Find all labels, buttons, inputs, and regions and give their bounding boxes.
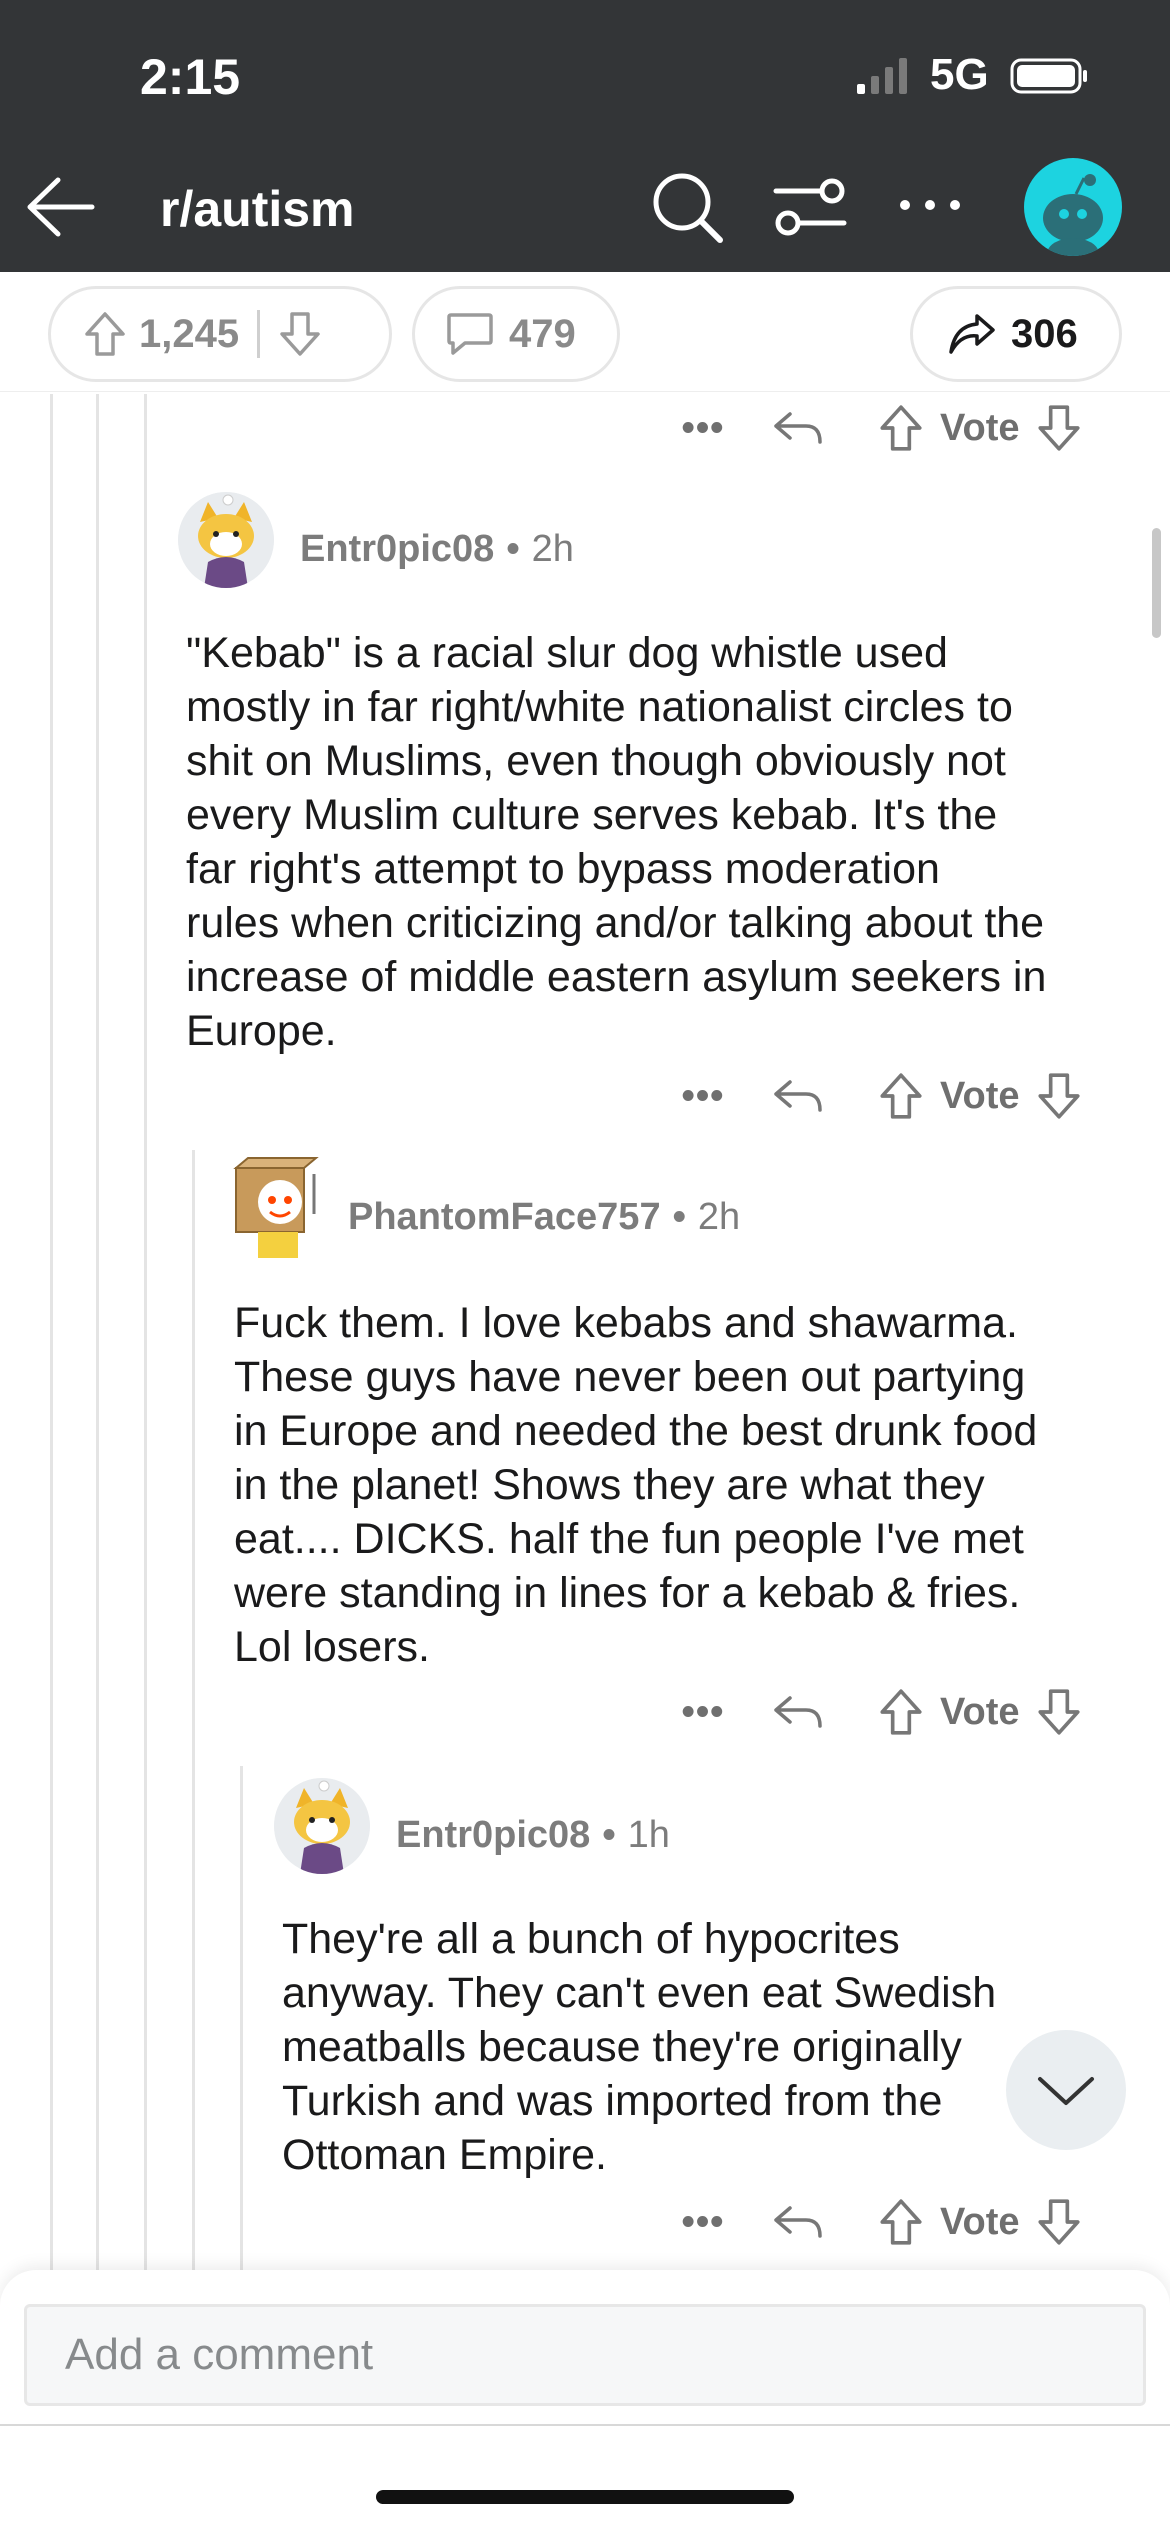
app-header: 2:15 5G r/autism xyxy=(0,0,1170,272)
comment-line: shit on Muslims, even though obviously n… xyxy=(186,737,1006,785)
more-options-icon[interactable] xyxy=(895,190,965,220)
comment-line: increase of middle eastern asylum seeker… xyxy=(186,953,1047,1001)
vote-label: Vote xyxy=(940,2200,1020,2243)
share-arrow-icon xyxy=(949,314,995,354)
reply-arrow-icon[interactable] xyxy=(772,408,826,448)
thread-line[interactable] xyxy=(96,394,99,2270)
comment-body: Fuck them. I love kebabs and shawarma. T… xyxy=(234,1296,1154,1674)
next-comment-button[interactable] xyxy=(1006,2030,1126,2150)
meta-separator: • xyxy=(602,1814,616,1856)
upvote-count: 1,245 xyxy=(139,311,240,356)
commenter-avatar[interactable] xyxy=(222,1154,322,1264)
network-type: 5G xyxy=(930,50,989,99)
user-avatar[interactable] xyxy=(1024,158,1122,256)
sort-filter-icon[interactable] xyxy=(772,176,848,238)
commenter-avatar[interactable] xyxy=(178,492,274,588)
comment-line: eat.... DICKS. half the fun people I've … xyxy=(234,1515,1024,1563)
comment-timestamp: 1h xyxy=(627,1814,670,1856)
vote-pill: 1,245 xyxy=(48,286,392,382)
comment-line: Fuck them. I love kebabs and shawarma. xyxy=(234,1299,1018,1347)
comment-meta: Entr0pic08 • 2h xyxy=(300,528,574,571)
commenter-avatar[interactable] xyxy=(274,1778,370,1874)
comment-actions-row: ••• Vote xyxy=(680,1066,1084,1126)
share-count: 306 xyxy=(1011,311,1078,356)
comment-line: Lol losers. xyxy=(234,1623,430,1671)
comment-username[interactable]: PhantomFace757 xyxy=(348,1196,661,1239)
snoo-avatar-icon xyxy=(1043,174,1103,256)
comment-meta: PhantomFace757 • 2h xyxy=(348,1196,740,1239)
more-options-icon[interactable]: ••• xyxy=(680,1691,726,1734)
thread-line[interactable] xyxy=(144,394,147,2270)
comment-bubble-icon xyxy=(447,313,493,355)
comment-line: rules when criticizing and/or talking ab… xyxy=(186,899,1045,947)
more-options-icon[interactable]: ••• xyxy=(680,1075,726,1118)
reply-arrow-icon[interactable] xyxy=(772,1076,826,1116)
meta-separator: • xyxy=(672,1196,686,1238)
comment-username[interactable]: Entr0pic08 xyxy=(300,528,494,571)
comment-timestamp: 2h xyxy=(531,528,574,570)
reply-arrow-icon[interactable] xyxy=(772,2202,826,2242)
upvote-icon[interactable] xyxy=(876,2197,926,2247)
upvote-icon[interactable] xyxy=(83,310,127,358)
vote-divider xyxy=(257,310,261,358)
vote-label: Vote xyxy=(940,1074,1020,1117)
comment-meta: Entr0pic08 • 1h xyxy=(396,1814,670,1857)
comment-count: 479 xyxy=(509,311,576,356)
vote-label: Vote xyxy=(940,406,1020,449)
signal-strength-icon xyxy=(857,58,907,94)
comment-line: anyway. They can't even eat Swedish xyxy=(282,1969,997,2017)
comment-actions-row: ••• Vote xyxy=(680,398,1084,458)
upvote-icon[interactable] xyxy=(876,403,926,453)
scrollbar-thumb[interactable] xyxy=(1152,528,1161,638)
more-options-icon[interactable]: ••• xyxy=(680,407,726,450)
subreddit-title[interactable]: r/autism xyxy=(160,180,355,238)
downvote-icon[interactable] xyxy=(1034,1687,1084,1737)
back-arrow-icon[interactable] xyxy=(22,172,96,242)
comment-username[interactable]: Entr0pic08 xyxy=(396,1814,590,1857)
share-pill[interactable]: 306 xyxy=(910,286,1122,382)
home-indicator[interactable] xyxy=(376,2490,794,2504)
composer-divider xyxy=(0,2424,1170,2426)
comment-line: in the planet! Shows they are what they xyxy=(234,1461,985,1509)
upvote-icon[interactable] xyxy=(876,1071,926,1121)
comment-line: These guys have never been out partying xyxy=(234,1353,1026,1401)
comment-line: were standing in lines for a kebab & fri… xyxy=(234,1569,1021,1617)
add-comment-input[interactable] xyxy=(24,2304,1146,2406)
comment-line: "Kebab" is a racial slur dog whistle use… xyxy=(186,629,948,677)
meta-separator: • xyxy=(506,528,520,570)
shiba-avatar-icon xyxy=(178,492,274,588)
comment-body: They're all a bunch of hypocrites anyway… xyxy=(282,1912,1142,2182)
comment-actions-row: ••• Vote xyxy=(680,2192,1084,2252)
downvote-icon[interactable] xyxy=(1034,403,1084,453)
downvote-icon[interactable] xyxy=(1034,1071,1084,1121)
comment-line: Europe. xyxy=(186,1007,337,1055)
comment-actions-row: ••• Vote xyxy=(680,1682,1084,1742)
comment-line: far right's attempt to bypass moderation xyxy=(186,845,940,893)
comment-line: They're all a bunch of hypocrites xyxy=(282,1915,900,1963)
comment-timestamp: 2h xyxy=(697,1196,741,1238)
comment-line: mostly in far right/white nationalist ci… xyxy=(186,683,1013,731)
comment-line: every Muslim culture serves kebab. It's … xyxy=(186,791,998,839)
downvote-icon[interactable] xyxy=(1034,2197,1084,2247)
more-options-icon[interactable]: ••• xyxy=(680,2201,726,2244)
upvote-icon[interactable] xyxy=(876,1687,926,1737)
thread-line[interactable] xyxy=(192,1150,195,2270)
shiba-avatar-icon xyxy=(274,1778,370,1874)
battery-icon xyxy=(1010,58,1087,94)
thread-line[interactable] xyxy=(240,1766,243,2270)
chevron-down-icon xyxy=(1038,2077,1094,2105)
reply-arrow-icon[interactable] xyxy=(772,1692,826,1732)
search-icon[interactable] xyxy=(650,170,724,244)
thread-line[interactable] xyxy=(50,394,53,2270)
box-head-avatar-icon xyxy=(233,1157,319,1258)
comment-body: "Kebab" is a racial slur dog whistle use… xyxy=(186,626,1146,1058)
comments-pill[interactable]: 479 xyxy=(412,286,620,382)
comment-line: Ottoman Empire. xyxy=(282,2131,607,2179)
comment-line: in Europe and needed the best drunk food xyxy=(234,1407,1038,1455)
status-time: 2:15 xyxy=(140,49,241,105)
downvote-icon[interactable] xyxy=(278,310,322,358)
vote-label: Vote xyxy=(940,1690,1020,1733)
